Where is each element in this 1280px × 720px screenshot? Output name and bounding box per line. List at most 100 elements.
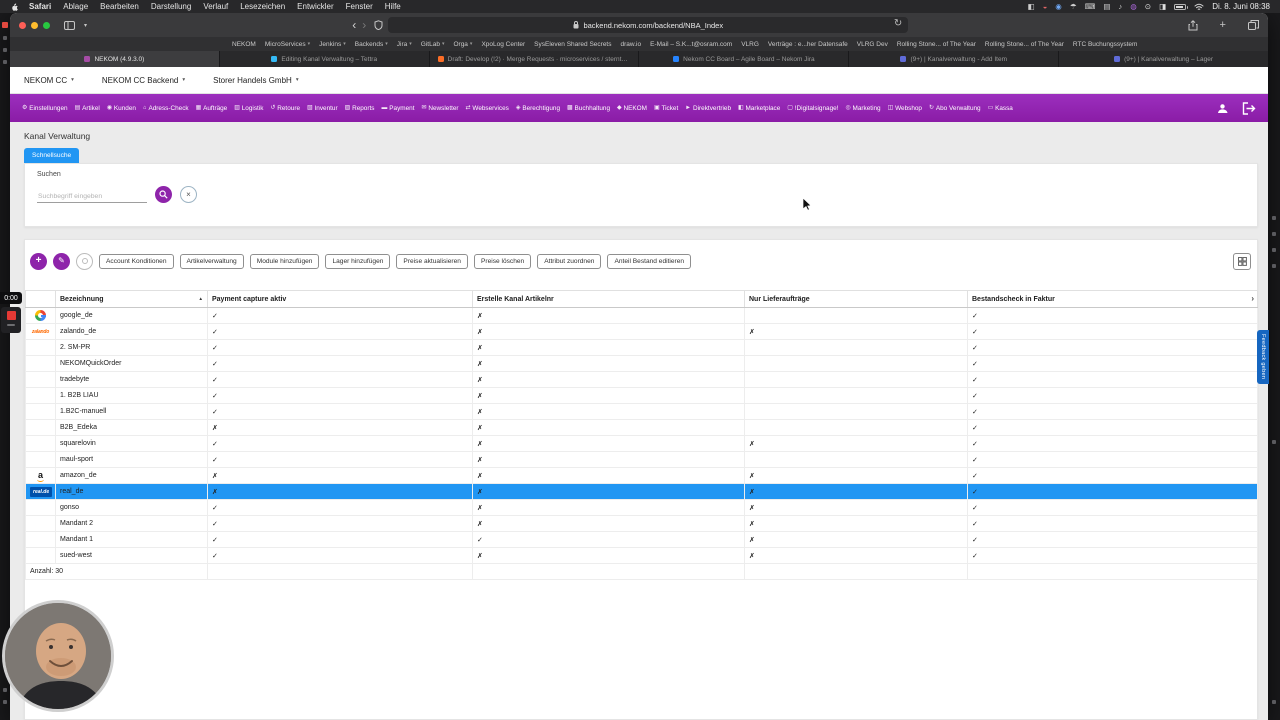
password-manager-icon[interactable]: ◉	[1055, 3, 1062, 11]
table-row[interactable]: 2. SM-PR ✓ ✗ ✓	[25, 339, 1258, 356]
minimize-window-button[interactable]	[31, 21, 38, 29]
color-app-icon[interactable]: ◒	[1043, 3, 1048, 11]
nav-item-retoure[interactable]: ↺ Retoure	[270, 105, 300, 112]
action-anteil-bestand-editieren[interactable]: Anteil Bestand editieren	[607, 253, 692, 269]
disabled-circle-button[interactable]	[76, 252, 93, 270]
browser-tab[interactable]: (9+) | Kanalverwaltung – Lager	[1058, 51, 1268, 67]
browser-tab[interactable]: Draft: Develop (!2) · Merge Requests · m…	[428, 51, 639, 67]
close-window-button[interactable]	[19, 21, 26, 29]
search-input[interactable]	[37, 191, 147, 203]
action-artikelverwaltung[interactable]: Artikelverwaltung	[179, 253, 244, 269]
recording-menu-icon[interactable]	[7, 324, 15, 326]
bookmark-syseleven-shared-secrets[interactable]: SysEleven Shared Secrets	[534, 41, 611, 48]
screen-mirroring-icon[interactable]: ◧	[1028, 3, 1035, 11]
bookmark-vertr-ge-e-her-datensafe[interactable]: Verträge : e...her Datensafe	[768, 41, 848, 48]
nav-item-marketing[interactable]: ◎ Marketing	[845, 105, 880, 112]
nav-item-abo-verwaltung[interactable]: ↻ Abo Verwaltung	[929, 105, 981, 112]
nav-item-digitalsignage[interactable]: ▢ !Digitalsignage!	[787, 105, 838, 112]
action-attribut-zuordnen[interactable]: Attribut zuordnen	[537, 253, 602, 269]
nav-item-newsletter[interactable]: ✉ Newsletter	[422, 105, 459, 112]
menu-entwickler[interactable]: Entwickler	[291, 2, 339, 11]
back-button[interactable]: ‹	[349, 19, 359, 31]
new-tab-icon[interactable]: +	[1220, 19, 1226, 31]
nav-item-kassa[interactable]: ▭ Kassa	[988, 105, 1013, 112]
column-header-bestandscheck-in-faktur[interactable]: Bestandscheck in Faktur ›	[967, 290, 1258, 308]
menu-hilfe[interactable]: Hilfe	[379, 2, 407, 11]
browser-tab[interactable]: Editing Kanal Verwaltung – Tettra	[218, 51, 429, 67]
nav-item-buchhaltung[interactable]: ▩ Buchhaltung	[567, 105, 610, 112]
bookmark-rtc-buchungssystem[interactable]: RTC Buchungssystem	[1073, 41, 1138, 48]
bookmark-jenkins[interactable]: Jenkins ▾	[319, 41, 346, 48]
action-account-konditionen[interactable]: Account Konditionen	[99, 253, 174, 269]
action-module-hinzuf-gen[interactable]: Module hinzufügen	[249, 253, 320, 269]
bookmark-jira[interactable]: Jira ▾	[397, 41, 412, 48]
nav-item-logistik[interactable]: ▥ Logistik	[234, 105, 263, 112]
browser-tab[interactable]: NEKOM (4.9.3.0)	[10, 51, 219, 67]
table-row[interactable]: gonso ✓ ✗ ✗ ✓	[25, 499, 1258, 516]
bookmark-orga[interactable]: Orga ▾	[453, 41, 472, 48]
feedback-tab[interactable]: Feedback geben	[1257, 330, 1269, 384]
nav-item-webservices[interactable]: ⇄ Webservices	[466, 105, 509, 112]
column-header-payment-capture-aktiv[interactable]: Payment capture aktiv	[207, 290, 473, 308]
stats-icon[interactable]: ▤	[1103, 3, 1110, 11]
browser-tab[interactable]: (9+) | Kanalverwaltung - Add Item	[848, 51, 1059, 67]
nav-item-marketplace[interactable]: ◧ Marketplace	[738, 105, 780, 112]
apple-menu-icon[interactable]	[10, 2, 19, 11]
selector-nekom-cc-backend[interactable]: NEKOM CC Backend ▾	[102, 76, 185, 85]
action-preise-aktualisieren[interactable]: Preise aktualisieren	[396, 253, 468, 269]
siri-icon[interactable]: ◍	[1130, 3, 1137, 11]
stop-recording-button[interactable]	[6, 311, 16, 320]
table-row[interactable]: Mandant 1 ✓ ✓ ✗ ✓	[25, 531, 1258, 548]
user-icon[interactable]	[1217, 103, 1228, 114]
action-preise-l-schen[interactable]: Preise löschen	[473, 253, 532, 269]
table-row[interactable]: zalando zalando_de ✓ ✗ ✗ ✓	[25, 323, 1258, 340]
bookmark-microservices[interactable]: MicroServices ▾	[265, 41, 310, 48]
selector-storer-handels-gmbh[interactable]: Storer Handels GmbH ▾	[213, 76, 298, 85]
edit-channel-button[interactable]: ✎	[53, 252, 70, 270]
tab-schnellsuche[interactable]: Schnellsuche	[24, 148, 80, 163]
nav-item-auftr-ge[interactable]: ▦ Aufträge	[196, 105, 228, 112]
zoom-window-button[interactable]	[43, 21, 50, 29]
table-row[interactable]: a amazon_de ✗ ✗ ✗ ✓	[25, 467, 1258, 484]
column-header-erstelle-kanal-artikelnr[interactable]: Erstelle Kanal Artikelnr	[472, 290, 745, 308]
bookmark-xpolog-center[interactable]: XpoLog Center	[481, 41, 525, 48]
nav-item-berechtigung[interactable]: ◈ Berechtigung	[516, 105, 560, 112]
table-row[interactable]: NEKOMQuickOrder ✓ ✗ ✓	[25, 355, 1258, 372]
bookmark-draw-io[interactable]: draw.io	[621, 41, 642, 48]
nav-item-adress-check[interactable]: ⌂ Adress-Check	[143, 105, 189, 112]
share-icon[interactable]	[1188, 19, 1198, 31]
nav-item-kunden[interactable]: ◉ Kunden	[107, 105, 136, 112]
table-settings-button[interactable]	[1233, 252, 1251, 270]
bookmark-rolling-stone-of-the-year[interactable]: Rolling Stone... of The Year	[985, 41, 1064, 48]
sort-asc-icon[interactable]: ▲	[199, 296, 203, 301]
address-bar[interactable]: backend.nekom.com/backend/NBA_Index ↻	[388, 17, 909, 33]
header-scroll-chevron-icon[interactable]: ›	[1251, 294, 1254, 303]
selector-nekom-cc[interactable]: NEKOM CC ▾	[24, 76, 74, 85]
add-channel-button[interactable]: +	[30, 252, 47, 270]
privacy-shield-icon[interactable]	[374, 20, 383, 30]
table-row[interactable]: sued-west ✓ ✗ ✗ ✓	[25, 547, 1258, 564]
table-row[interactable]: real.de real_de ✗ ✗ ✗ ✓	[25, 483, 1258, 500]
bookmark-rolling-stone-of-the-year[interactable]: Rolling Stone... of The Year	[897, 41, 976, 48]
table-row[interactable]: tradebyte ✓ ✗ ✓	[25, 371, 1258, 388]
menubar-clock[interactable]: Di. 8. Juni 08:38	[1212, 2, 1270, 11]
control-center-icon[interactable]: ◨	[1159, 3, 1166, 11]
nav-item-inventur[interactable]: ▧ Inventur	[307, 105, 338, 112]
nav-item-reports[interactable]: ▨ Reports	[345, 105, 375, 112]
table-row[interactable]: maul-sport ✓ ✗ ✓	[25, 451, 1258, 468]
sound-icon[interactable]: ♪	[1119, 3, 1123, 11]
bookmark-vlrg-dev[interactable]: VLRG Dev	[857, 41, 888, 48]
column-header-nur-lieferauftr-ge[interactable]: Nur Lieferaufträge	[744, 290, 968, 308]
menu-bearbeiten[interactable]: Bearbeiten	[94, 2, 145, 11]
vpn-umbrella-icon[interactable]: ☂	[1070, 3, 1077, 11]
nav-item-payment[interactable]: ▬ Payment	[381, 105, 414, 112]
menu-fenster[interactable]: Fenster	[340, 2, 379, 11]
tab-overview-icon[interactable]	[1247, 20, 1259, 30]
clear-search-button[interactable]: ×	[180, 186, 197, 203]
table-row[interactable]: squarelovin ✓ ✗ ✗ ✓	[25, 435, 1258, 452]
tab-group-chevron-icon[interactable]: ▾	[84, 22, 87, 29]
bookmark-vlrg[interactable]: VLRG	[741, 41, 759, 48]
table-row[interactable]: 1.B2C-manuell ✓ ✗ ✓	[25, 403, 1258, 420]
browser-tab[interactable]: Nekom CC Board – Agile Board – Nekom Jir…	[638, 51, 849, 67]
table-row[interactable]: google_de ✓ ✗ ✓	[25, 307, 1258, 324]
